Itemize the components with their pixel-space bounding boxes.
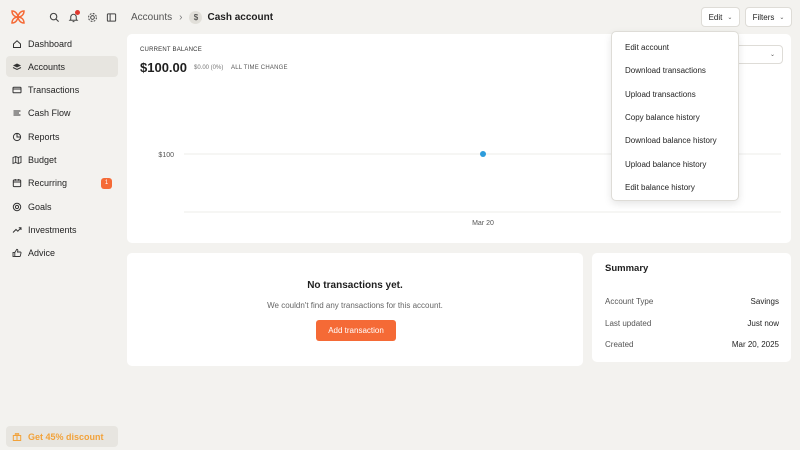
sidebar-item-transactions[interactable]: Transactions bbox=[6, 80, 118, 101]
summary-key: Last updated bbox=[605, 319, 652, 328]
recurring-count-badge: 1 bbox=[101, 177, 112, 189]
discount-label: Get 45% discount bbox=[28, 431, 104, 442]
bell-icon[interactable] bbox=[67, 10, 80, 23]
sidebar-item-reports[interactable]: Reports bbox=[6, 126, 118, 147]
discount-banner[interactable]: Get 45% discount bbox=[6, 426, 118, 447]
sidebar-nav: Dashboard Accounts Transactions Cash Flo… bbox=[6, 33, 118, 266]
logo-icon[interactable] bbox=[10, 9, 26, 25]
edit-button[interactable]: Edit ⌄ bbox=[701, 7, 740, 27]
chevron-down-icon: ⌄ bbox=[779, 14, 785, 21]
sidebar-top bbox=[10, 9, 120, 25]
y-tick-label: $100 bbox=[158, 152, 174, 159]
layers-icon bbox=[12, 62, 22, 72]
edit-button-label: Edit bbox=[708, 12, 723, 22]
gift-icon bbox=[12, 432, 22, 442]
page-title: Cash account bbox=[207, 11, 274, 23]
add-transaction-button[interactable]: Add transaction bbox=[316, 320, 396, 341]
filters-button[interactable]: Filters ⌄ bbox=[745, 7, 792, 27]
sidebar-item-label: Dashboard bbox=[28, 38, 73, 49]
target-icon bbox=[12, 202, 22, 212]
summary-title: Summary bbox=[605, 263, 649, 274]
trend-up-icon bbox=[12, 225, 22, 235]
menu-item-upload-transactions[interactable]: Upload transactions bbox=[612, 83, 738, 106]
summary-value: Mar 20, 2025 bbox=[731, 340, 779, 349]
sidebar-toggle-icon[interactable] bbox=[105, 11, 117, 23]
sidebar-item-label: Goals bbox=[28, 201, 52, 212]
sidebar-item-label: Recurring bbox=[28, 178, 68, 189]
menu-item-download-transactions[interactable]: Download transactions bbox=[612, 59, 738, 82]
edit-dropdown-menu: Edit account Download transactions Uploa… bbox=[611, 31, 739, 201]
sidebar-item-label: Transactions bbox=[28, 85, 80, 96]
summary-key: Created bbox=[605, 340, 634, 349]
x-tick-label: Mar 20 bbox=[472, 220, 494, 227]
summary-row-last-updated: Last updated Just now bbox=[605, 319, 779, 328]
map-icon bbox=[12, 155, 22, 165]
sidebar-item-accounts[interactable]: Accounts bbox=[6, 56, 118, 78]
sidebar: Dashboard Accounts Transactions Cash Flo… bbox=[0, 0, 124, 450]
empty-state-description: We couldn't find any transactions for th… bbox=[267, 301, 443, 310]
empty-state-title: No transactions yet. bbox=[307, 280, 403, 291]
breadcrumb-accounts-link[interactable]: Accounts bbox=[131, 12, 172, 23]
dollar-icon: $ bbox=[189, 10, 203, 24]
calendar-icon bbox=[12, 178, 22, 188]
menu-item-download-balance-history[interactable]: Download balance history bbox=[612, 129, 738, 152]
summary-row-account-type: Account Type Savings bbox=[605, 297, 779, 306]
sidebar-item-budget[interactable]: Budget bbox=[6, 149, 118, 170]
search-icon[interactable] bbox=[48, 11, 60, 23]
summary-row-created: Created Mar 20, 2025 bbox=[605, 340, 779, 349]
chart-data-point[interactable] bbox=[480, 151, 486, 157]
sidebar-item-dashboard[interactable]: Dashboard bbox=[6, 33, 118, 54]
bars-icon bbox=[12, 108, 22, 118]
credit-card-icon bbox=[12, 85, 22, 95]
menu-item-edit-account[interactable]: Edit account bbox=[612, 36, 738, 59]
sidebar-item-recurring[interactable]: Recurring 1 bbox=[6, 173, 118, 194]
sidebar-item-label: Cash Flow bbox=[28, 108, 71, 119]
summary-key: Account Type bbox=[605, 297, 654, 306]
summary-card: Summary Account Type Savings Last update… bbox=[592, 253, 791, 362]
pie-chart-icon bbox=[12, 132, 22, 142]
sidebar-item-advice[interactable]: Advice bbox=[6, 243, 118, 264]
chevron-down-icon: ⌄ bbox=[727, 14, 733, 21]
home-icon bbox=[12, 39, 22, 49]
sidebar-item-cash-flow[interactable]: Cash Flow bbox=[6, 103, 118, 124]
sidebar-item-label: Accounts bbox=[28, 61, 66, 72]
filters-button-label: Filters bbox=[752, 12, 775, 22]
notification-dot bbox=[75, 10, 80, 15]
sidebar-item-label: Investments bbox=[28, 224, 77, 235]
sidebar-item-goals[interactable]: Goals bbox=[6, 196, 118, 217]
sidebar-item-label: Advice bbox=[28, 248, 56, 259]
menu-item-upload-balance-history[interactable]: Upload balance history bbox=[612, 152, 738, 175]
sidebar-item-label: Reports bbox=[28, 131, 60, 142]
summary-value: Savings bbox=[750, 297, 779, 306]
sidebar-item-label: Budget bbox=[28, 154, 57, 165]
sidebar-item-investments[interactable]: Investments bbox=[6, 219, 118, 240]
transactions-card: No transactions yet. We couldn't find an… bbox=[127, 253, 583, 366]
breadcrumb: Accounts › $ Cash account bbox=[131, 8, 273, 26]
summary-value: Just now bbox=[747, 319, 779, 328]
thumbs-up-icon bbox=[12, 248, 22, 258]
chevron-right-icon: › bbox=[179, 11, 183, 23]
gear-icon[interactable] bbox=[86, 11, 98, 23]
menu-item-copy-balance-history[interactable]: Copy balance history bbox=[612, 106, 738, 129]
menu-item-edit-balance-history[interactable]: Edit balance history bbox=[612, 176, 738, 199]
